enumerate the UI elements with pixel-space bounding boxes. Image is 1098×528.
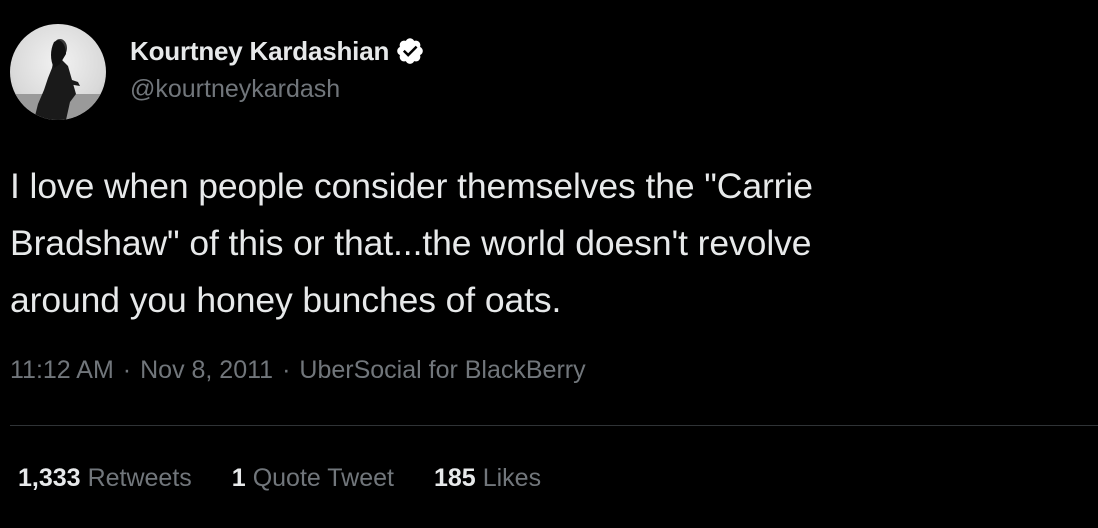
divider xyxy=(10,425,1098,426)
tweet-card: Kourtney Kardashian @kourtneykardash I l… xyxy=(0,0,1098,528)
tweet-stats: 1,333 Retweets 1 Quote Tweet 185 Likes xyxy=(18,464,541,493)
avatar[interactable] xyxy=(10,24,106,120)
quote-tweets-count: 1 xyxy=(231,464,246,492)
display-name[interactable]: Kourtney Kardashian xyxy=(130,36,389,67)
meta-separator: · xyxy=(282,356,291,384)
display-name-row: Kourtney Kardashian xyxy=(130,34,425,68)
retweets-stat[interactable]: 1,333 Retweets xyxy=(18,464,192,493)
likes-label: Likes xyxy=(482,464,542,492)
tweet-date[interactable]: Nov 8, 2011 xyxy=(140,356,273,385)
retweets-label: Retweets xyxy=(87,464,192,492)
avatar-photo xyxy=(10,24,106,120)
tweet-text: I love when people consider themselves t… xyxy=(10,166,813,320)
tweet-meta: 11:12 AM · Nov 8, 2011 · UberSocial for … xyxy=(10,356,586,385)
meta-separator: · xyxy=(122,356,132,384)
tweet-header: Kourtney Kardashian @kourtneykardash xyxy=(10,24,425,120)
tweet-source[interactable]: UberSocial for BlackBerry xyxy=(299,356,585,385)
quote-tweets-label: Quote Tweet xyxy=(252,464,394,492)
tweet-time[interactable]: 11:12 AM xyxy=(10,356,114,385)
quote-tweets-stat[interactable]: 1 Quote Tweet xyxy=(232,464,394,493)
likes-stat[interactable]: 185 Likes xyxy=(434,464,541,493)
likes-count: 185 xyxy=(433,464,476,492)
verified-badge-icon xyxy=(395,36,425,66)
retweets-count: 1,333 xyxy=(18,464,81,492)
user-handle[interactable]: @kourtneykardash xyxy=(130,75,425,104)
user-names: Kourtney Kardashian @kourtneykardash xyxy=(130,34,425,104)
